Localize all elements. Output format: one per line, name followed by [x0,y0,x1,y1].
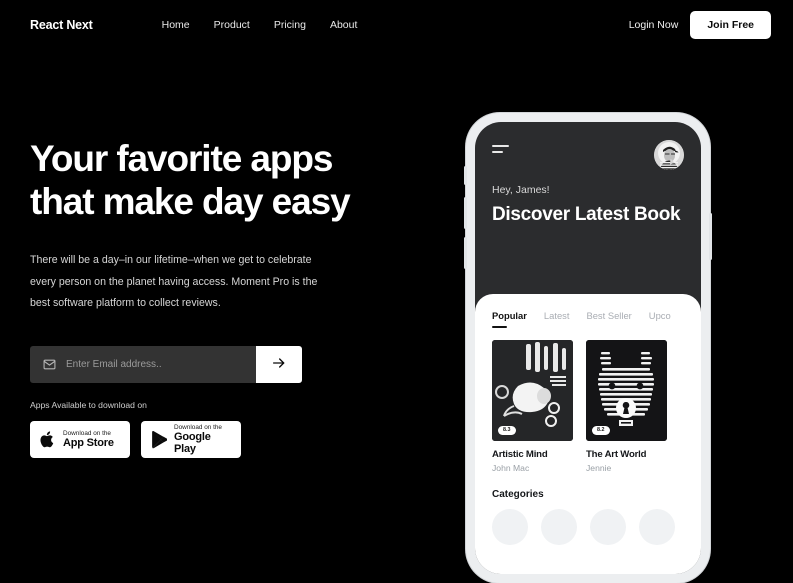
app-topbar [492,140,684,170]
email-input[interactable] [66,358,243,370]
user-avatar[interactable] [654,140,684,170]
top-navigation-bar: React Next Home Product Pricing About Lo… [0,0,793,49]
nav-link-product[interactable]: Product [214,19,250,31]
book-author: Jennie [586,463,612,473]
category-circle[interactable] [590,509,626,545]
book-rating-badge: 8.3 [498,425,516,435]
apple-icon [39,430,56,449]
book-card[interactable]: 8.3 Artistic Mind John Mac [492,340,573,473]
google-play-big-label: Google Play [174,430,211,455]
book-list: 8.3 Artistic Mind John Mac 8.2 The Art W… [475,328,701,473]
tab-latest[interactable]: Latest [544,310,570,328]
book-title: The Art World [586,449,647,460]
hero-section: Your favorite apps that make day easy Th… [30,138,430,458]
headline-line-1: Your favorite apps [30,138,333,179]
brand-logo[interactable]: React Next [30,18,93,32]
store-badges: Download on the App Store Download on th… [30,420,430,458]
phone-power-button [709,213,712,260]
phone-mockup: Hey, James! Discover Latest Book Popular… [464,113,712,583]
book-rating-badge: 8.2 [592,425,610,435]
categories-heading: Categories [492,489,544,500]
nav-link-about[interactable]: About [330,19,357,31]
phone-screen: Hey, James! Discover Latest Book Popular… [475,122,701,574]
app-store-text: Download on the App Store [63,430,114,449]
phone-volume-up-button [464,197,467,229]
tab-best-seller[interactable]: Best Seller [586,310,631,328]
hamburger-menu-icon[interactable] [492,140,509,157]
nav-links: Home Product Pricing About [162,19,358,31]
email-signup-form [30,345,302,383]
google-play-small-label: Download on the [174,423,222,431]
book-title: Artistic Mind [492,449,548,460]
categories-row [475,500,701,545]
nav-link-pricing[interactable]: Pricing [274,19,306,31]
google-play-text: Download on the Google Play [174,424,232,455]
mail-icon [43,358,56,371]
google-play-button[interactable]: Download on the Google Play [141,420,241,458]
category-circle[interactable] [492,509,528,545]
greeting-text: Hey, James! [492,184,550,196]
nav-link-home[interactable]: Home [162,19,190,31]
apps-available-label: Apps Available to download on [30,399,147,410]
app-title: Discover Latest Book [492,204,681,225]
app-store-button[interactable]: Download on the App Store [30,420,130,458]
category-circle[interactable] [639,509,675,545]
category-tabs: Popular Latest Best Seller Upco [475,310,701,328]
page-title: Your favorite apps that make day easy [30,138,430,224]
email-submit-button[interactable] [256,345,302,383]
email-input-wrapper[interactable] [30,345,256,383]
arrow-right-icon [271,355,287,374]
phone-silent-switch [464,166,467,185]
book-cover-the-art-world: 8.2 [586,340,667,441]
content-sheet: Popular Latest Best Seller Upco 8.3 Arti… [475,294,701,574]
book-card[interactable]: 8.2 The Art World Jennie [586,340,667,473]
app-store-big-label: App Store [63,436,114,449]
app-store-small-label: Download on the [63,429,111,437]
category-circle[interactable] [541,509,577,545]
phone-volume-down-button [464,237,467,269]
nav-actions: Login Now Join Free [629,10,771,39]
book-author: John Mac [492,463,530,473]
headline-line-2: that make day easy [30,180,351,222]
google-play-icon [150,430,168,449]
tab-popular[interactable]: Popular [492,310,527,328]
tab-upcoming[interactable]: Upco [649,310,671,328]
app-header: Hey, James! Discover Latest Book [475,122,701,227]
hero-paragraph: There will be a day–in our lifetime–when… [30,253,318,310]
join-free-button[interactable]: Join Free [690,10,771,39]
book-cover-artistic-mind: 8.3 [492,340,573,441]
login-link[interactable]: Login Now [629,19,679,31]
